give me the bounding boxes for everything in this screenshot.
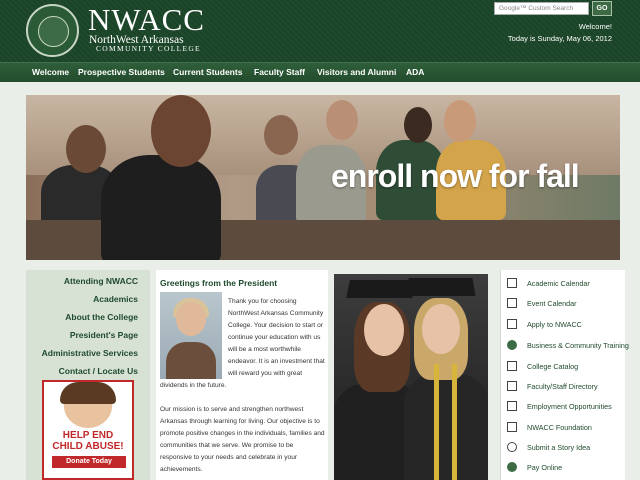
quick-link-employment[interactable]: Employment Opportunities xyxy=(501,396,626,416)
ad-headline-2: CHILD ABUSE! xyxy=(52,441,124,452)
hero-banner[interactable]: enroll now for fall xyxy=(26,95,620,260)
president-photo xyxy=(160,292,222,379)
greeting-paragraph-cont: dividends in the future. xyxy=(160,382,227,389)
left-sidebar: Attending NWACC Academics About the Coll… xyxy=(26,270,150,480)
search-input[interactable]: Google™ Custom Search xyxy=(494,2,589,15)
greeting-title: Greetings from the President xyxy=(160,278,278,288)
banner-main-student xyxy=(101,155,221,260)
directory-icon xyxy=(507,381,517,391)
banner-student-head xyxy=(444,100,476,142)
quick-link-label: Pay Online xyxy=(527,463,563,472)
sidebar-link-academics[interactable]: Academics xyxy=(93,294,138,304)
sidebar-link-attending[interactable]: Attending NWACC xyxy=(64,276,138,286)
nav-faculty-staff[interactable]: Faculty Staff xyxy=(254,67,305,77)
logo-subtitle-2: COMMUNITY COLLEGE xyxy=(96,44,201,53)
quick-link-label: Employment Opportunities xyxy=(527,402,612,411)
banner-student-head xyxy=(404,107,432,143)
nav-visitors-alumni[interactable]: Visitors and Alumni xyxy=(317,67,396,77)
child-abuse-ad[interactable]: HELP END CHILD ABUSE! Donate Today xyxy=(42,380,134,480)
quick-link-label: Business & Community Training xyxy=(527,341,629,350)
banner-main-student-head xyxy=(151,95,211,167)
banner-student-head xyxy=(264,115,298,155)
sidebar-link-about[interactable]: About the College xyxy=(65,312,138,322)
nav-prospective-students[interactable]: Prospective Students xyxy=(78,67,165,77)
president-body xyxy=(166,342,216,379)
building-icon xyxy=(507,422,517,432)
main-nav: Welcome Prospective Students Current Stu… xyxy=(0,62,640,82)
sidebar-link-administrative[interactable]: Administrative Services xyxy=(42,348,138,358)
quick-link-apply[interactable]: Apply to NWACC xyxy=(501,314,626,334)
ad-child-image xyxy=(60,382,116,428)
quick-link-label: Faculty/Staff Directory xyxy=(527,382,598,391)
graduate-face xyxy=(422,304,460,354)
quick-link-story-idea[interactable]: Submit a Story Idea xyxy=(501,437,626,457)
mission-paragraph: Our mission is to serve and strengthen n… xyxy=(160,406,325,473)
calendar-icon xyxy=(507,278,517,288)
quick-link-label: Event Calendar xyxy=(527,299,577,308)
quick-links: Academic Calendar Event Calendar Apply t… xyxy=(500,270,629,480)
college-seal-logo[interactable] xyxy=(26,4,79,57)
graduation-cap xyxy=(346,280,416,298)
quick-link-catalog[interactable]: College Catalog xyxy=(501,356,626,376)
graduate-stole xyxy=(434,364,439,480)
book-icon xyxy=(507,361,517,371)
graduate-stole xyxy=(452,364,457,480)
site-header: NWACC NorthWest Arkansas COMMUNITY COLLE… xyxy=(0,0,640,62)
quick-link-label: Submit a Story Idea xyxy=(527,443,591,452)
quick-link-foundation[interactable]: NWACC Foundation xyxy=(501,417,626,437)
date-text: Today is Sunday, May 06, 2012 xyxy=(507,34,612,43)
graduation-cap xyxy=(408,278,476,296)
money-icon xyxy=(507,462,517,472)
quick-link-label: Academic Calendar xyxy=(527,279,590,288)
calendar-icon xyxy=(507,298,517,308)
sidebar-link-presidents-page[interactable]: President's Page xyxy=(70,330,138,340)
handshake-icon xyxy=(507,340,517,350)
graduates-photo[interactable] xyxy=(334,274,488,480)
banner-student-head xyxy=(326,100,358,140)
quick-link-label: Apply to NWACC xyxy=(527,320,582,329)
quick-link-academic-calendar[interactable]: Academic Calendar xyxy=(501,273,626,293)
lightbulb-icon xyxy=(507,442,517,452)
ad-headline: HELP END xyxy=(62,430,114,441)
nav-current-students[interactable]: Current Students xyxy=(173,67,242,77)
president-face xyxy=(176,302,206,336)
graduate-face xyxy=(364,304,404,356)
quick-link-directory[interactable]: Faculty/Staff Directory xyxy=(501,376,626,396)
quick-link-label: NWACC Foundation xyxy=(527,423,592,432)
logo-wordmark[interactable]: NWACC xyxy=(88,4,205,36)
sidebar-link-contact[interactable]: Contact / Locate Us xyxy=(59,366,138,376)
quick-link-label: College Catalog xyxy=(527,362,579,371)
banner-student-head xyxy=(66,125,106,173)
greeting-paragraph: Thank you for choosing NorthWest Arkansa… xyxy=(228,298,325,377)
banner-headline: enroll now for fall xyxy=(331,158,580,194)
welcome-text: Welcome! xyxy=(578,22,612,31)
graduate-gown xyxy=(404,374,488,480)
donate-button[interactable]: Donate Today xyxy=(52,456,126,468)
chart-icon xyxy=(507,401,517,411)
checkbox-icon xyxy=(507,319,517,329)
president-greeting: Greetings from the President Thank you f… xyxy=(156,270,328,480)
nav-ada[interactable]: ADA xyxy=(406,67,424,77)
nav-welcome[interactable]: Welcome xyxy=(32,67,69,77)
search-button[interactable]: GO xyxy=(592,1,612,16)
quick-link-event-calendar[interactable]: Event Calendar xyxy=(501,293,626,313)
quick-link-business-training[interactable]: Business & Community Training xyxy=(501,335,629,355)
quick-link-pay-online[interactable]: Pay Online xyxy=(501,457,626,477)
